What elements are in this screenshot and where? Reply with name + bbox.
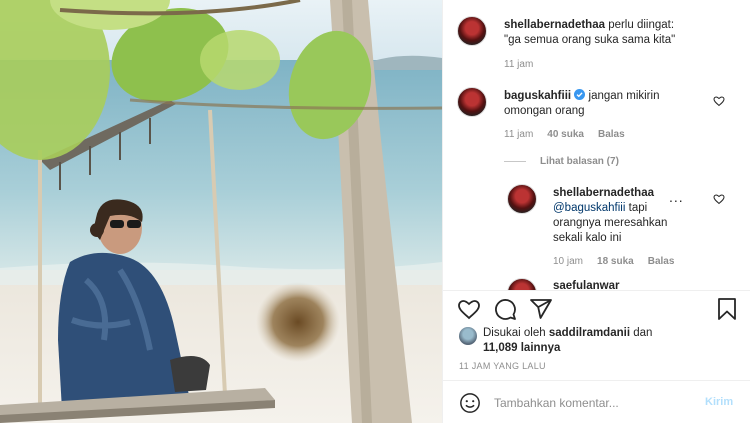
view-replies-line [504, 161, 526, 162]
liked-by-others[interactable]: 11,089 lainnya [483, 342, 560, 354]
likes-summary: Disukai oleh saddilramdanii dan 11,089 l… [483, 326, 733, 356]
share-icon[interactable] [529, 297, 553, 321]
caption-line2: "ga semua orang suka sama kita" [504, 34, 676, 46]
reply-line2: orangnya meresahkan [553, 217, 668, 229]
caption-meta: 11 jam [504, 59, 547, 70]
reply-like-heart-icon[interactable] [713, 193, 725, 205]
add-comment-bar: Tambahkan komentar... Kirim [443, 380, 750, 423]
reply-likes[interactable]: 18 suka [597, 256, 634, 267]
reply-reply-button[interactable]: Balas [648, 256, 675, 267]
comment-meta: 11 jam 40 suka Balas [504, 129, 639, 140]
liked-by-prefix: Disukai oleh [483, 327, 546, 339]
comment-icon[interactable] [493, 297, 517, 321]
reply-line3: sekali kalo ini [553, 232, 622, 244]
comment-likes[interactable]: 40 suka [547, 129, 584, 140]
post-comment-button[interactable]: Kirim [705, 396, 733, 408]
reply-mention[interactable]: @baguskahfiii [553, 202, 625, 214]
heart-icon[interactable] [457, 297, 481, 321]
caption-age[interactable]: 11 jam [504, 59, 533, 70]
liked-by-and: dan [633, 327, 653, 339]
more-options-icon[interactable]: ... [669, 189, 684, 205]
reply-line1: tapi [628, 202, 648, 214]
bookmark-icon[interactable] [715, 297, 739, 321]
comment-text: baguskahfiii jangan mikirin omongan oran… [504, 89, 709, 119]
next-reply-username[interactable]: saefulanwar [553, 280, 619, 290]
view-replies-button[interactable]: Lihat balasan (7) [540, 156, 633, 167]
caption-text: shellabernadethaa perlu diingat: "ga sem… [504, 18, 744, 48]
next-reply-text: saefulanwar [553, 279, 619, 290]
comment-line1: jangan mikirin [588, 90, 660, 102]
comment-author-avatar[interactable] [457, 87, 487, 117]
liker-avatar[interactable] [459, 327, 477, 345]
post-timestamp[interactable]: 11 JAM YANG LALU [459, 361, 546, 371]
comment-like-heart-icon[interactable] [713, 95, 725, 107]
caption-line1: perlu diingat: [608, 19, 675, 31]
caption-username[interactable]: shellabernadethaa [504, 19, 605, 31]
reply-age[interactable]: 10 jam [553, 256, 583, 267]
comment-line2: omongan orang [504, 105, 585, 117]
reply-username[interactable]: shellabernadethaa [553, 187, 654, 199]
emoji-icon[interactable] [459, 392, 481, 414]
comments-list[interactable]: shellabernadethaa perlu diingat: "ga sem… [443, 0, 750, 290]
comment-username[interactable]: baguskahfiii [504, 90, 571, 102]
post-photo[interactable] [0, 0, 442, 423]
view-replies-label: Lihat balasan (7) [540, 156, 619, 167]
post-side-panel: shellabernadethaa perlu diingat: "ga sem… [442, 0, 750, 423]
post-actions: Disukai oleh saddilramdanii dan 11,089 l… [443, 290, 750, 380]
liked-by-user[interactable]: saddilramdanii [549, 327, 630, 339]
add-comment-input[interactable]: Tambahkan komentar... [494, 396, 619, 410]
next-reply-avatar[interactable] [507, 278, 537, 290]
comment-age[interactable]: 11 jam [504, 129, 533, 140]
reply-meta: 10 jam 18 suka Balas [553, 256, 688, 267]
caption-author-avatar[interactable] [457, 16, 487, 46]
verified-badge-icon [574, 89, 586, 100]
beach-swing-photo [0, 0, 442, 423]
comment-reply-button[interactable]: Balas [598, 129, 625, 140]
reply-author-avatar[interactable] [507, 184, 537, 214]
